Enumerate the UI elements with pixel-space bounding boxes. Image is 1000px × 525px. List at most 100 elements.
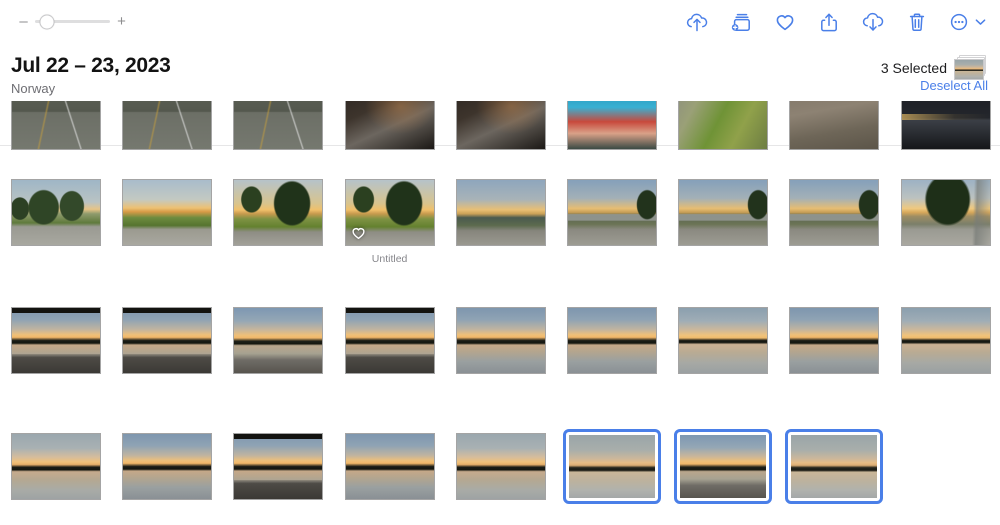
photo-frame[interactable] — [789, 179, 880, 246]
photo-thumbnail[interactable] — [11, 433, 101, 500]
photo-frame[interactable] — [233, 179, 324, 246]
photo-thumbnail[interactable] — [789, 101, 880, 150]
more-options-button[interactable] — [946, 8, 988, 36]
photo-frame[interactable] — [344, 101, 435, 150]
photo-thumbnail[interactable] — [455, 101, 546, 150]
photo-frame[interactable] — [455, 101, 546, 150]
photo-thumbnail-selected[interactable] — [785, 429, 884, 504]
photo-image — [12, 180, 100, 245]
download-from-icloud-button[interactable] — [858, 8, 888, 36]
photo-frame[interactable] — [455, 179, 546, 246]
photo-frame[interactable] — [233, 307, 324, 374]
photo-frame[interactable] — [567, 307, 657, 374]
photo-image — [456, 101, 545, 149]
photo-thumbnail[interactable] — [455, 433, 546, 500]
photo-thumbnail[interactable] — [455, 307, 546, 374]
chevron-down-icon — [975, 19, 985, 25]
photo-thumbnail[interactable]: Untitled — [344, 179, 435, 265]
photo-thumbnail[interactable] — [567, 101, 657, 150]
photo-frame[interactable] — [567, 101, 657, 150]
photo-thumbnail[interactable] — [678, 307, 769, 374]
photo-thumbnail[interactable] — [11, 179, 101, 246]
photo-thumbnail[interactable] — [122, 433, 213, 500]
delete-button[interactable] — [902, 8, 932, 36]
photo-frame[interactable] — [344, 179, 435, 246]
zoom-slider[interactable]: – + — [18, 14, 127, 29]
photo-image — [790, 101, 879, 149]
photo-thumbnail[interactable] — [567, 307, 657, 374]
photo-thumbnail[interactable] — [122, 101, 213, 150]
photo-thumbnail-selected[interactable] — [563, 429, 661, 504]
photo-thumbnail-selected[interactable] — [674, 429, 773, 504]
photo-image — [123, 180, 212, 245]
photo-thumbnail[interactable] — [455, 179, 546, 246]
photo-thumbnail[interactable] — [233, 179, 324, 246]
photo-thumbnail[interactable] — [900, 307, 991, 374]
photo-thumbnail[interactable] — [900, 179, 991, 246]
photo-frame[interactable] — [900, 179, 991, 246]
photo-frame[interactable] — [233, 101, 324, 150]
photo-image — [12, 101, 100, 149]
zoom-slider-track[interactable] — [35, 14, 110, 29]
zoom-in-icon[interactable]: + — [116, 14, 127, 29]
photo-frame[interactable] — [122, 307, 213, 374]
photo-thumbnail[interactable] — [233, 307, 324, 374]
photo-thumbnail[interactable] — [11, 307, 101, 374]
photo-frame[interactable] — [563, 429, 661, 504]
photo-frame[interactable] — [678, 101, 769, 150]
photo-thumbnail[interactable] — [233, 433, 324, 500]
zoom-out-icon[interactable]: – — [18, 14, 29, 29]
upload-to-icloud-button[interactable] — [682, 8, 712, 36]
photo-frame[interactable] — [785, 429, 884, 504]
photo-frame[interactable] — [11, 101, 101, 150]
selection-thumbnail-stack — [954, 55, 988, 80]
photo-frame[interactable] — [455, 433, 546, 500]
photo-image — [12, 308, 100, 373]
photo-frame[interactable] — [789, 101, 880, 150]
photo-frame[interactable] — [900, 101, 991, 150]
photo-frame[interactable] — [11, 433, 101, 500]
photo-image — [901, 180, 990, 245]
photo-grid[interactable]: Untitled — [0, 101, 1000, 525]
photo-frame[interactable] — [678, 307, 769, 374]
photo-frame[interactable] — [789, 307, 880, 374]
photo-thumbnail[interactable] — [900, 101, 991, 150]
photo-image — [234, 434, 323, 499]
zoom-slider-knob[interactable] — [39, 14, 55, 29]
photo-frame[interactable] — [122, 433, 213, 500]
favorite-button[interactable] — [770, 8, 800, 36]
photo-thumbnail[interactable] — [678, 179, 769, 246]
share-icon — [821, 13, 837, 32]
photo-frame[interactable] — [344, 433, 435, 500]
photo-frame[interactable] — [344, 307, 435, 374]
photo-thumbnail[interactable] — [344, 307, 435, 374]
photo-frame[interactable] — [11, 307, 101, 374]
photo-image — [679, 180, 768, 245]
photo-image — [345, 101, 434, 149]
share-button[interactable] — [814, 8, 844, 36]
photo-thumbnail[interactable] — [789, 179, 880, 246]
photo-thumbnail[interactable] — [122, 179, 213, 246]
add-to-album-button[interactable] — [726, 8, 756, 36]
photo-frame[interactable] — [122, 101, 213, 150]
photo-thumbnail[interactable] — [233, 101, 324, 150]
photo-frame[interactable] — [567, 179, 657, 246]
photo-frame[interactable] — [122, 179, 213, 246]
photo-thumbnail[interactable] — [789, 307, 880, 374]
photo-thumbnail[interactable] — [11, 101, 101, 150]
favorite-heart-icon — [352, 228, 365, 240]
photo-frame[interactable] — [455, 307, 546, 374]
deselect-all-link[interactable]: Deselect All — [920, 78, 988, 93]
photo-frame[interactable] — [678, 179, 769, 246]
photo-frame[interactable] — [900, 307, 991, 374]
photo-row: Untitled — [0, 179, 1000, 265]
photo-frame[interactable] — [233, 433, 324, 500]
photo-image — [790, 180, 879, 245]
photo-frame[interactable] — [674, 429, 773, 504]
photo-thumbnail[interactable] — [122, 307, 213, 374]
photo-thumbnail[interactable] — [567, 179, 657, 246]
photo-thumbnail[interactable] — [678, 101, 769, 150]
photo-thumbnail[interactable] — [344, 433, 435, 500]
photo-frame[interactable] — [11, 179, 101, 246]
photo-thumbnail[interactable] — [344, 101, 435, 150]
